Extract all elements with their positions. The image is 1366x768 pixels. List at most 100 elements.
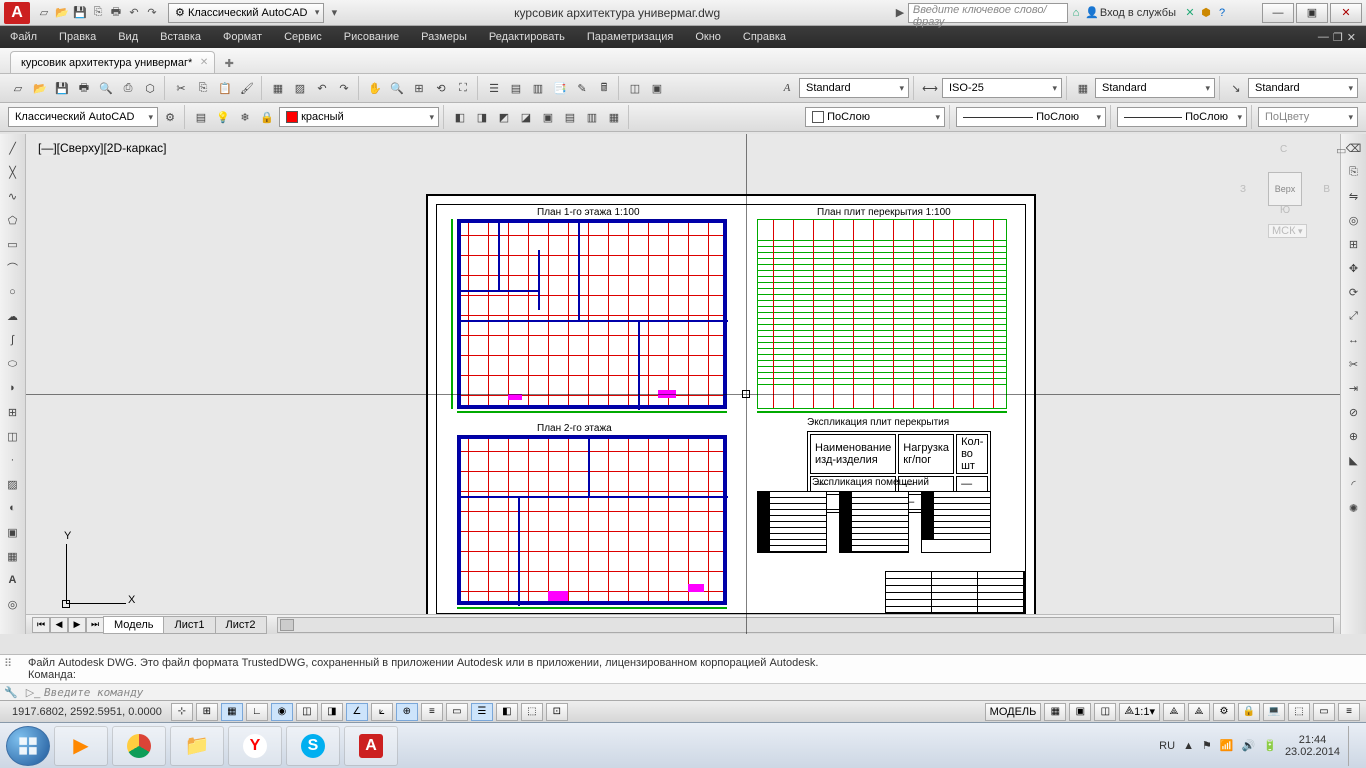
maximize-button[interactable]: ▣ bbox=[1296, 3, 1328, 23]
layer-tool4-icon[interactable]: ◪ bbox=[516, 107, 536, 127]
lineweight-combo[interactable]: ПоСлою bbox=[1117, 107, 1247, 127]
xline-tool-icon[interactable]: ╳ bbox=[3, 162, 23, 182]
viewcube-north[interactable]: С bbox=[1280, 144, 1287, 155]
mdi-minimize-icon[interactable]: — bbox=[1318, 31, 1329, 44]
ssm-icon[interactable]: 📑 bbox=[550, 78, 570, 98]
layer-tool7-icon[interactable]: ▥ bbox=[582, 107, 602, 127]
layout-prev-icon[interactable]: ◀ bbox=[50, 617, 68, 633]
mdi-close-icon[interactable]: ✕ bbox=[1347, 31, 1356, 44]
offset-tool-icon[interactable]: ◎ bbox=[1344, 210, 1364, 230]
dc-icon[interactable]: ▤ bbox=[506, 78, 526, 98]
dimstyle-icon[interactable]: ⟷ bbox=[920, 78, 940, 98]
sb-cust-icon[interactable]: ≡ bbox=[1338, 703, 1360, 721]
cut-icon[interactable]: ✂ bbox=[171, 78, 191, 98]
circle-tool-icon[interactable]: ○ bbox=[3, 282, 23, 302]
spline-tool-icon[interactable]: ∫ bbox=[3, 330, 23, 350]
menu-help[interactable]: Справка bbox=[743, 31, 786, 43]
view-cube[interactable]: С З В Ю Верх МСК ▾ ▭ bbox=[1240, 144, 1330, 234]
task-skype[interactable]: S bbox=[286, 726, 340, 766]
block2-icon[interactable]: ▨ bbox=[290, 78, 310, 98]
textstyle-icon[interactable]: A bbox=[777, 78, 797, 98]
cmd-grip-icon[interactable]: ⠿ bbox=[4, 657, 12, 670]
sb-ws-icon[interactable]: ⚙ bbox=[1213, 703, 1235, 721]
model-space-btn[interactable]: МОДЕЛЬ bbox=[985, 703, 1042, 721]
layer-tool8-icon[interactable]: ▦ bbox=[604, 107, 624, 127]
mirror-tool-icon[interactable]: ⇋ bbox=[1344, 186, 1364, 206]
extend-tool-icon[interactable]: ⇥ bbox=[1344, 378, 1364, 398]
layer-tool6-icon[interactable]: ▤ bbox=[560, 107, 580, 127]
publish-icon[interactable]: ⎙ bbox=[118, 78, 138, 98]
mleaderstyle-combo[interactable]: Standard bbox=[1248, 78, 1358, 98]
menu-draw[interactable]: Рисование bbox=[344, 31, 399, 43]
move-tool-icon[interactable]: ✥ bbox=[1344, 258, 1364, 278]
task-mediaplayer[interactable]: ▶ bbox=[54, 726, 108, 766]
layermgr-icon[interactable]: ▤ bbox=[191, 107, 211, 127]
model-tab[interactable]: Модель bbox=[103, 616, 164, 634]
document-tab[interactable]: курсовик архитектура универмаг* ✕ bbox=[10, 51, 215, 73]
search-play-icon[interactable]: ▶ bbox=[892, 5, 908, 21]
sb-iso-icon[interactable]: ⬚ bbox=[1288, 703, 1310, 721]
menu-file[interactable]: Файл bbox=[10, 31, 37, 43]
layout-next-icon[interactable]: ▶ bbox=[68, 617, 86, 633]
ws-settings-icon[interactable]: ⚙ bbox=[160, 107, 180, 127]
sb-qv-icon[interactable]: ▣ bbox=[1069, 703, 1091, 721]
new-icon[interactable]: ▱ bbox=[36, 5, 52, 21]
grid-btn[interactable]: ▦ bbox=[221, 703, 243, 721]
arc-tool-icon[interactable]: ⌒ bbox=[3, 258, 23, 278]
pan-icon[interactable]: ✋ bbox=[365, 78, 385, 98]
menu-format[interactable]: Формат bbox=[223, 31, 262, 43]
ortho-btn[interactable]: ∟ bbox=[246, 703, 268, 721]
save2-icon[interactable]: 💾 bbox=[52, 78, 72, 98]
rotate-tool-icon[interactable]: ⟳ bbox=[1344, 282, 1364, 302]
viewcube-west[interactable]: З bbox=[1240, 184, 1246, 195]
tablestyle-combo[interactable]: Standard bbox=[1095, 78, 1215, 98]
sb-anno1-icon[interactable]: ⟁ bbox=[1163, 703, 1185, 721]
rectangle-tool-icon[interactable]: ▭ bbox=[3, 234, 23, 254]
layer-tool1-icon[interactable]: ◧ bbox=[450, 107, 470, 127]
array-tool-icon[interactable]: ⊞ bbox=[1344, 234, 1364, 254]
point-tool-icon[interactable]: · bbox=[3, 450, 23, 470]
help-search-input[interactable]: Введите ключевое слово/фразу bbox=[908, 3, 1068, 23]
layout-last-icon[interactable]: ⏭ bbox=[86, 617, 104, 633]
exchange-icon[interactable]: ✕ bbox=[1182, 5, 1198, 21]
workspace-combo[interactable]: Классический AutoCAD bbox=[8, 107, 158, 127]
start-button[interactable] bbox=[6, 726, 50, 766]
undo-icon[interactable]: ↶ bbox=[126, 5, 142, 21]
layer-combo[interactable]: красный bbox=[279, 107, 439, 127]
block4-icon[interactable]: ▣ bbox=[647, 78, 667, 98]
minimize-button[interactable]: — bbox=[1262, 3, 1294, 23]
command-input[interactable]: Введите команду bbox=[44, 686, 1366, 699]
scale-tool-icon[interactable]: ⤢ bbox=[1344, 306, 1364, 326]
save-icon[interactable]: 💾 bbox=[72, 5, 88, 21]
tray-network-icon[interactable]: 📶 bbox=[1220, 739, 1234, 752]
command-window[interactable]: ⠿ Файл Autodesk DWG. Это файл формата Tr… bbox=[0, 654, 1366, 700]
show-desktop-btn[interactable] bbox=[1348, 726, 1360, 766]
viewcube-south[interactable]: Ю bbox=[1280, 205, 1290, 216]
tm-btn[interactable]: ⊡ bbox=[546, 703, 568, 721]
zoom-win-icon[interactable]: ⊞ bbox=[409, 78, 429, 98]
sb-hw-icon[interactable]: 💻 bbox=[1263, 703, 1285, 721]
markup-icon[interactable]: ✎ bbox=[572, 78, 592, 98]
saveas-icon[interactable]: ⎘ bbox=[90, 5, 106, 21]
hatch-tool-icon[interactable]: ▨ bbox=[3, 474, 23, 494]
block-icon[interactable]: ▦ bbox=[268, 78, 288, 98]
workspace-selector[interactable]: ⚙ Классический AutoCAD bbox=[168, 3, 324, 23]
layer-state-icon[interactable]: 💡 bbox=[213, 107, 233, 127]
plot-icon[interactable]: 🖶 bbox=[108, 5, 124, 21]
qnew-icon[interactable]: ▱ bbox=[8, 78, 28, 98]
qp-btn[interactable]: ☰ bbox=[471, 703, 493, 721]
menu-modify[interactable]: Редактировать bbox=[489, 31, 565, 43]
help-icon[interactable]: ? bbox=[1214, 5, 1230, 21]
navbar-toggle-icon[interactable]: ▭ bbox=[1336, 144, 1358, 166]
ucs-icon[interactable]: X Y bbox=[66, 534, 136, 604]
match-icon[interactable]: 🖌 bbox=[237, 78, 257, 98]
menu-edit[interactable]: Правка bbox=[59, 31, 96, 43]
insert-tool-icon[interactable]: ⊞ bbox=[3, 402, 23, 422]
paste-icon[interactable]: 📋 bbox=[215, 78, 235, 98]
tray-flag-icon[interactable]: ▲ bbox=[1183, 740, 1194, 752]
tablestyle-icon[interactable]: ▦ bbox=[1073, 78, 1093, 98]
stretch-tool-icon[interactable]: ↔ bbox=[1344, 330, 1364, 350]
workspace-arrow-icon[interactable]: ▾ bbox=[326, 5, 342, 21]
mtext-tool-icon[interactable]: A bbox=[3, 570, 23, 590]
tray-action-icon[interactable]: ⚑ bbox=[1202, 739, 1212, 752]
